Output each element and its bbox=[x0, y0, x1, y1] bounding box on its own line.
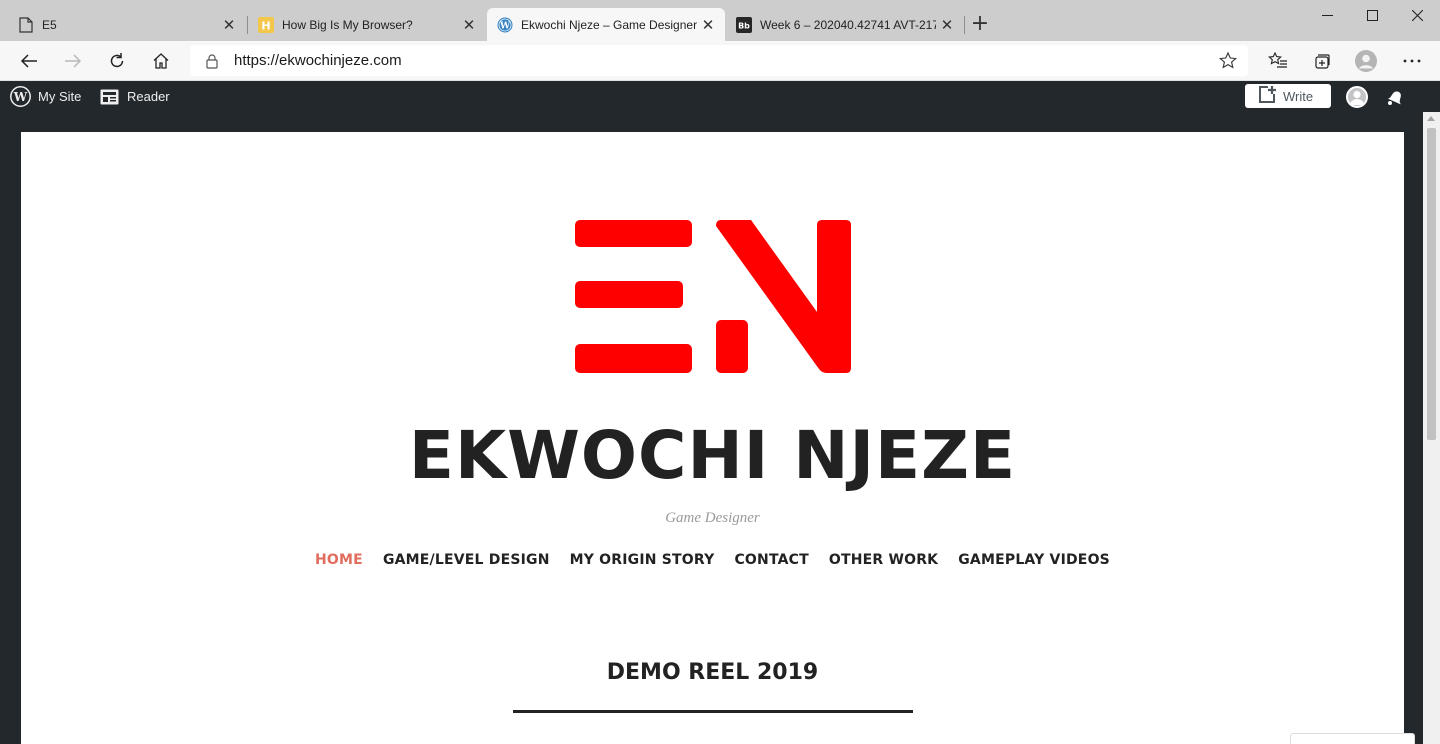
tab-title: Ekwochi Njeze – Game Designer bbox=[521, 17, 697, 32]
forward-button[interactable] bbox=[57, 45, 89, 77]
floating-widget[interactable] bbox=[1290, 733, 1415, 744]
favorite-star-icon[interactable] bbox=[1218, 51, 1238, 71]
tab-title: Week 6 – 202040.42741 AVT-217 bbox=[760, 17, 936, 32]
write-plus-icon bbox=[1259, 86, 1276, 103]
address-bar[interactable]: https://ekwochinjeze.com bbox=[190, 45, 1248, 76]
profile-avatar-icon bbox=[1355, 50, 1377, 72]
home-icon bbox=[153, 53, 169, 69]
home-button[interactable] bbox=[145, 45, 177, 77]
nav-item-contact[interactable]: CONTACT bbox=[734, 552, 808, 568]
close-tab-icon[interactable]: ✕ bbox=[458, 16, 480, 34]
tab-title: How Big Is My Browser? bbox=[282, 17, 413, 32]
heading-divider bbox=[513, 710, 913, 713]
wp-admin-bar: W My Site Reader Write bbox=[0, 81, 1440, 112]
more-dots-icon bbox=[1403, 59, 1421, 63]
nav-item-my-origin-story[interactable]: MY ORIGIN STORY bbox=[570, 552, 715, 568]
site-tagline: Game Designer bbox=[665, 510, 760, 526]
nav-item-home[interactable]: HOME bbox=[315, 552, 363, 568]
close-tab-icon[interactable]: ✕ bbox=[697, 16, 719, 34]
svg-text:W: W bbox=[13, 90, 28, 104]
favorites-list-icon bbox=[1268, 52, 1287, 68]
nav-item-game-level-design[interactable]: GAME/LEVEL DESIGN bbox=[383, 552, 550, 568]
bell-icon bbox=[1387, 91, 1401, 105]
tab-title: E5 bbox=[42, 17, 57, 32]
new-tab-button[interactable]: + bbox=[969, 10, 991, 38]
svg-text:W: W bbox=[499, 21, 511, 31]
browser-toolbar: https://ekwochinjeze.com bbox=[0, 41, 1440, 81]
lock-icon bbox=[206, 53, 218, 69]
wordpress-icon: W bbox=[497, 17, 513, 33]
blackboard-icon: Bb bbox=[736, 16, 752, 33]
arrow-left-icon bbox=[20, 54, 37, 68]
refresh-button[interactable] bbox=[101, 45, 133, 77]
tab-week6[interactable]: Bb Week 6 – 202040.42741 AVT-217 ✕ bbox=[726, 8, 964, 41]
favorites-button[interactable] bbox=[1262, 45, 1294, 77]
write-button[interactable]: Write bbox=[1245, 84, 1331, 108]
reader-label: Reader bbox=[127, 89, 170, 104]
svg-text:H: H bbox=[261, 19, 270, 32]
primary-nav: HOME GAME/LEVEL DESIGN MY ORIGIN STORY C… bbox=[21, 552, 1404, 568]
scroll-up-arrow-icon[interactable] bbox=[1427, 116, 1435, 121]
back-button[interactable] bbox=[13, 45, 45, 77]
svg-text:Bb: Bb bbox=[738, 21, 750, 30]
nav-item-gameplay-videos[interactable]: GAMEPLAY VIDEOS bbox=[958, 552, 1110, 568]
tab-ekwochi-active[interactable]: W Ekwochi Njeze – Game Designer ✕ bbox=[487, 8, 725, 41]
notifications-button[interactable] bbox=[1384, 81, 1413, 112]
section-heading: DEMO REEL 2019 bbox=[606, 660, 819, 685]
url-text: https://ekwochinjeze.com bbox=[234, 52, 402, 69]
refresh-icon bbox=[110, 53, 124, 68]
tab-e5[interactable]: E5 ✕ bbox=[8, 8, 246, 41]
my-site-link[interactable]: W My Site bbox=[10, 81, 81, 112]
page-content: EKWOCHI NJEZE Game Designer HOME GAME/LE… bbox=[21, 132, 1404, 744]
profile-button[interactable] bbox=[1350, 45, 1382, 77]
nav-item-other-work[interactable]: OTHER WORK bbox=[829, 552, 938, 568]
close-tab-icon[interactable]: ✕ bbox=[218, 16, 240, 34]
scrollbar-thumb[interactable] bbox=[1427, 128, 1436, 440]
en-logo-icon bbox=[575, 220, 851, 373]
page-icon bbox=[18, 16, 34, 33]
page-scrollbar[interactable] bbox=[1423, 112, 1440, 744]
site-title[interactable]: EKWOCHI NJEZE bbox=[21, 416, 1404, 496]
tab-separator bbox=[964, 16, 965, 34]
user-avatar[interactable] bbox=[1346, 86, 1368, 108]
maximize-button[interactable] bbox=[1349, 0, 1395, 30]
collections-icon bbox=[1315, 54, 1330, 69]
user-avatar-icon bbox=[1350, 90, 1364, 105]
close-window-button[interactable] bbox=[1394, 0, 1440, 30]
wordpress-logo-icon: W bbox=[10, 86, 31, 107]
tab-strip: E5 ✕ H How Big Is My Browser? ✕ W Ekwoch… bbox=[0, 0, 1440, 41]
arrow-right-icon bbox=[65, 54, 82, 68]
my-site-label: My Site bbox=[38, 89, 82, 104]
tab-how-big[interactable]: H How Big Is My Browser? ✕ bbox=[248, 8, 486, 41]
reader-link[interactable]: Reader bbox=[100, 81, 170, 112]
collections-button[interactable] bbox=[1306, 45, 1338, 77]
minimize-button[interactable] bbox=[1304, 0, 1350, 30]
site-logo[interactable] bbox=[575, 217, 855, 380]
settings-menu-button[interactable] bbox=[1396, 45, 1428, 77]
write-label: Write bbox=[1283, 88, 1314, 104]
reader-icon bbox=[100, 89, 119, 104]
close-tab-icon[interactable]: ✕ bbox=[936, 16, 958, 34]
h-favicon: H bbox=[258, 16, 274, 33]
